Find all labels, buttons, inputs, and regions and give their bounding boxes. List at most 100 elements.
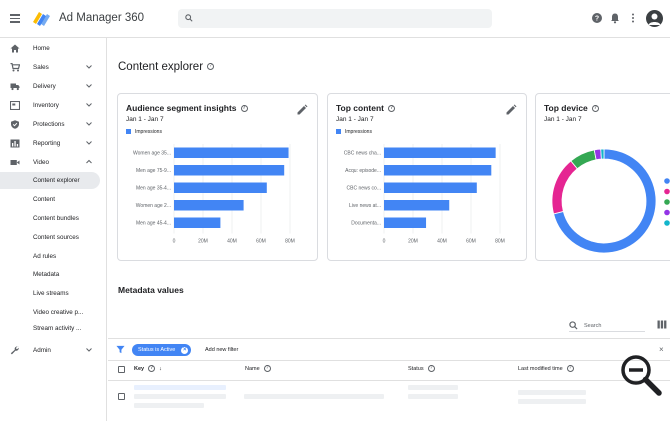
sidebar-subitem-label: Content explorer <box>33 177 80 184</box>
help-icon[interactable]: ? <box>240 105 248 113</box>
sidebar-subitem-content-explorer[interactable]: Content explorer <box>0 172 100 189</box>
sidebar-item-reporting[interactable]: Reporting <box>0 135 106 152</box>
bar[interactable] <box>174 147 289 159</box>
y-category-label: Women age 35... <box>133 151 171 157</box>
donut-slice[interactable] <box>600 148 605 160</box>
help-icon[interactable]: ? <box>591 105 599 113</box>
filter-icon[interactable] <box>116 345 125 354</box>
search-icon <box>185 14 193 22</box>
sidebar-subitem-ad-rules[interactable]: Ad rules <box>0 248 100 265</box>
x-tick-label: 60M <box>256 239 266 245</box>
chevron-down-icon[interactable] <box>86 121 92 127</box>
card-title: Top device? <box>544 103 599 113</box>
bar[interactable] <box>384 165 492 176</box>
sidebar-item-delivery[interactable]: Delivery <box>0 78 106 95</box>
sidebar-item-protections[interactable]: Protections <box>0 116 106 133</box>
bar[interactable] <box>384 200 450 211</box>
filter-bar: Status is Active × Add new filter × <box>108 338 670 361</box>
column-header-name[interactable]: Name? <box>245 365 271 372</box>
filter-chip-status-active[interactable]: Status is Active × <box>132 344 192 356</box>
edit-icon[interactable] <box>505 104 517 116</box>
chevron-down-icon[interactable] <box>86 64 92 70</box>
help-icon[interactable]: ? <box>566 365 574 372</box>
columns-icon[interactable] <box>657 320 667 329</box>
y-category-label: Women age 2... <box>136 203 171 209</box>
sidebar-item-admin[interactable]: Admin <box>0 342 106 359</box>
bar[interactable] <box>174 217 221 229</box>
loading-placeholder <box>408 385 458 390</box>
help-icon[interactable]: ? <box>388 105 395 113</box>
edit-icon[interactable] <box>296 104 308 116</box>
home-icon <box>10 44 20 53</box>
sidebar-subitem-video-creative[interactable]: Video creative p... <box>0 304 100 321</box>
sidebar-subitem-content[interactable]: Content <box>0 191 100 208</box>
select-all-checkbox[interactable] <box>118 366 125 373</box>
top-content-card: Top content? Jan 1 - Jan 7 Impressions 0… <box>327 93 527 261</box>
card-date-range: Jan 1 - Jan 7 <box>126 116 164 123</box>
y-category-label: Men age 45-4... <box>136 221 171 227</box>
chevron-down-icon[interactable] <box>86 140 92 146</box>
bar[interactable] <box>384 182 477 194</box>
arrow-down-icon[interactable]: ↓ <box>159 366 162 372</box>
sidebar-item-sales[interactable]: Sales <box>0 59 106 76</box>
loading-placeholder <box>518 399 586 404</box>
bar[interactable] <box>384 217 427 229</box>
loading-placeholder <box>134 403 204 408</box>
bar[interactable] <box>384 147 496 159</box>
sidebar-item-label: Sales <box>33 64 49 71</box>
account-avatar[interactable] <box>646 10 663 27</box>
global-search-input[interactable] <box>178 9 492 28</box>
chevron-down-icon[interactable] <box>86 347 92 353</box>
sidebar-subitem-label: Content sources <box>33 234 79 241</box>
legend-dot <box>664 199 670 205</box>
search-icon <box>569 321 578 330</box>
sidebar-item-label: Video <box>33 159 49 166</box>
chevron-up-icon[interactable] <box>86 159 92 165</box>
top-app-bar: Ad Manager 360 ? <box>0 0 670 38</box>
chevron-down-icon[interactable] <box>86 102 92 108</box>
wrench-icon <box>10 346 19 355</box>
bar[interactable] <box>174 200 244 211</box>
help-icon[interactable]: ? <box>148 365 156 372</box>
row-checkbox[interactable] <box>118 393 125 400</box>
notifications-icon[interactable] <box>609 12 621 24</box>
legend-swatch <box>126 129 131 135</box>
help-icon[interactable]: ? <box>427 365 435 372</box>
legend-swatch <box>336 129 341 135</box>
chevron-down-icon[interactable] <box>86 83 92 89</box>
donut-slice[interactable] <box>570 149 597 170</box>
x-tick-label: 40M <box>227 239 237 245</box>
sidebar-item-inventory[interactable]: Inventory <box>0 97 106 114</box>
close-icon[interactable]: × <box>181 346 189 354</box>
table-search-placeholder: Search <box>584 323 602 329</box>
menu-icon[interactable] <box>10 14 20 23</box>
more-vert-icon[interactable] <box>627 12 639 24</box>
donut-slice[interactable] <box>551 160 578 215</box>
help-icon[interactable]: ? <box>591 12 603 24</box>
zoom-out-icon[interactable] <box>618 352 664 398</box>
shield-icon <box>11 120 19 129</box>
help-icon[interactable]: ? <box>207 63 215 71</box>
sidebar-subitem-metadata[interactable]: Metadata <box>0 266 100 283</box>
sidebar-subitem-live-streams[interactable]: Live streams <box>0 285 100 302</box>
sidebar-subitem-content-bundles[interactable]: Content bundles <box>0 210 100 227</box>
help-icon[interactable]: ? <box>263 365 271 372</box>
y-category-label: Men age 35-4... <box>136 186 171 192</box>
column-header-last-modified[interactable]: Last modified time? <box>518 365 574 372</box>
column-header-status[interactable]: Status? <box>408 365 435 372</box>
sidebar-item-home[interactable]: Home <box>0 40 106 57</box>
legend-dot <box>664 188 670 195</box>
column-header-key[interactable]: Key? ↓ <box>134 365 162 372</box>
table-search-input[interactable]: Search <box>569 320 645 332</box>
x-tick-label: 40M <box>437 239 447 245</box>
sidebar-item-video[interactable]: Video <box>0 154 106 171</box>
bar[interactable] <box>174 182 267 194</box>
sidebar-subitem-stream-activity[interactable]: Stream activity ... <box>0 320 100 337</box>
sidebar-subitem-content-sources[interactable]: Content sources <box>0 229 100 246</box>
y-category-label: Men age 75-9... <box>136 168 171 174</box>
legend-dot <box>664 209 670 216</box>
add-filter-button[interactable]: Add new filter <box>205 347 238 353</box>
x-tick-label: 0 <box>383 239 386 245</box>
ad-manager-logo[interactable] <box>31 9 51 27</box>
bar[interactable] <box>174 165 285 176</box>
